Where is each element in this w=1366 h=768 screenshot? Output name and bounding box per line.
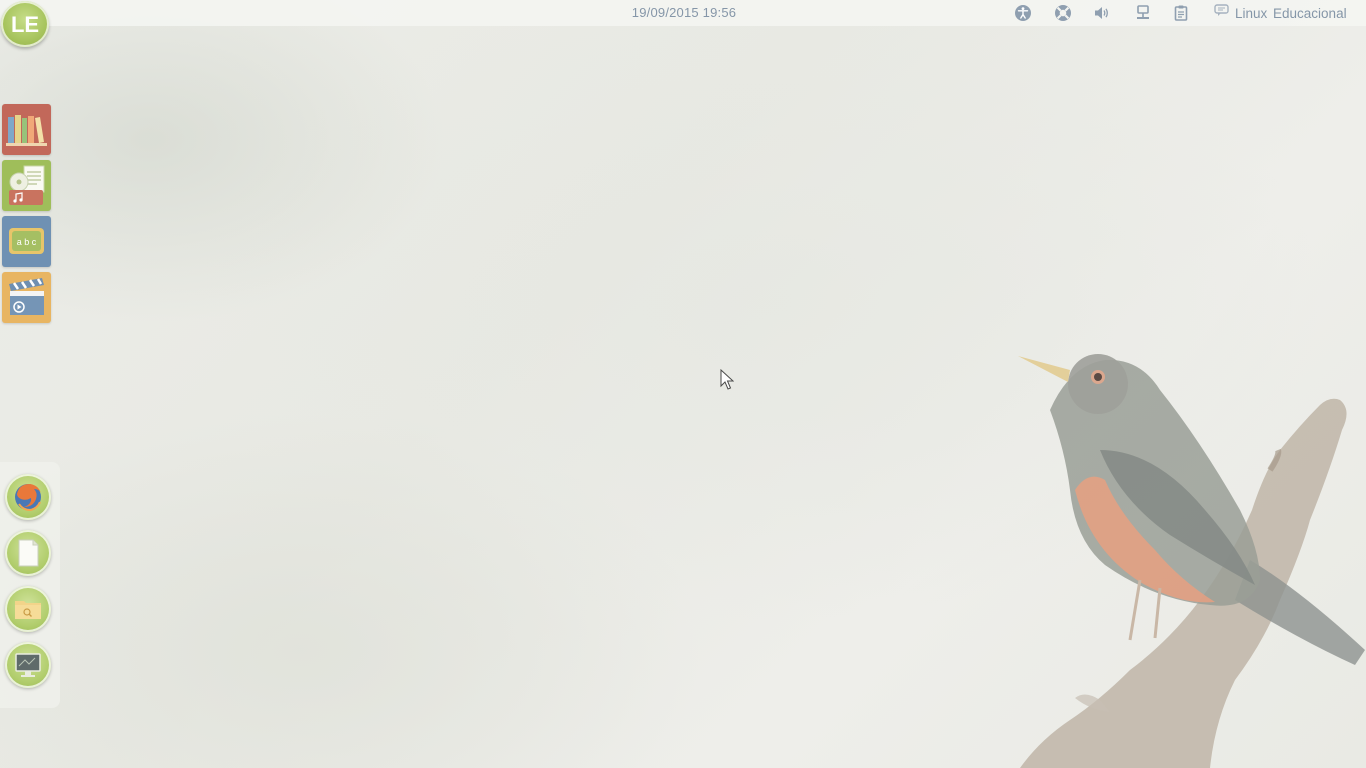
network-icon[interactable] xyxy=(1134,4,1152,22)
monitor-icon xyxy=(15,653,41,677)
svg-text:a b c: a b c xyxy=(17,237,37,247)
chat-bubble-icon xyxy=(1214,4,1229,22)
volume-icon[interactable] xyxy=(1093,4,1111,22)
brand-label: Linux Educacional xyxy=(1235,5,1347,21)
bookshelf-icon xyxy=(6,115,47,146)
dock-file-search-button[interactable] xyxy=(5,586,51,632)
top-panel: 19/09/2015 19:56 Linux Educacional xyxy=(0,0,1366,26)
media-documents-icon xyxy=(9,165,45,205)
folder-search-icon xyxy=(15,601,41,619)
firefox-icon xyxy=(15,484,41,512)
launcher-literacy-button[interactable]: a b c xyxy=(2,216,51,267)
launcher-media-button[interactable] xyxy=(2,160,51,211)
dock-firefox-button[interactable] xyxy=(5,474,51,520)
clipboard-icon[interactable] xyxy=(1172,4,1190,22)
document-icon xyxy=(18,539,39,567)
desktop[interactable]: 19/09/2015 19:56 Linux Educacional LE a … xyxy=(0,0,1366,768)
launcher-library-button[interactable] xyxy=(2,104,51,155)
launcher-video-button[interactable] xyxy=(2,272,51,323)
dock-document-button[interactable] xyxy=(5,530,51,576)
accessibility-icon[interactable] xyxy=(1014,4,1032,22)
dock-display-button[interactable] xyxy=(5,642,51,688)
mouse-cursor xyxy=(720,368,735,396)
brand-menu[interactable]: Linux Educacional xyxy=(1214,4,1347,22)
dock xyxy=(0,462,60,708)
clapperboard-icon xyxy=(9,278,44,315)
wallpaper-bird xyxy=(980,320,1366,768)
help-lifebuoy-icon[interactable] xyxy=(1054,4,1072,22)
clock[interactable]: 19/09/2015 19:56 xyxy=(600,5,768,20)
start-menu-logo-button[interactable]: LE xyxy=(1,1,49,47)
logo-text: LE xyxy=(11,12,39,37)
abc-board-icon: a b c xyxy=(9,228,44,254)
